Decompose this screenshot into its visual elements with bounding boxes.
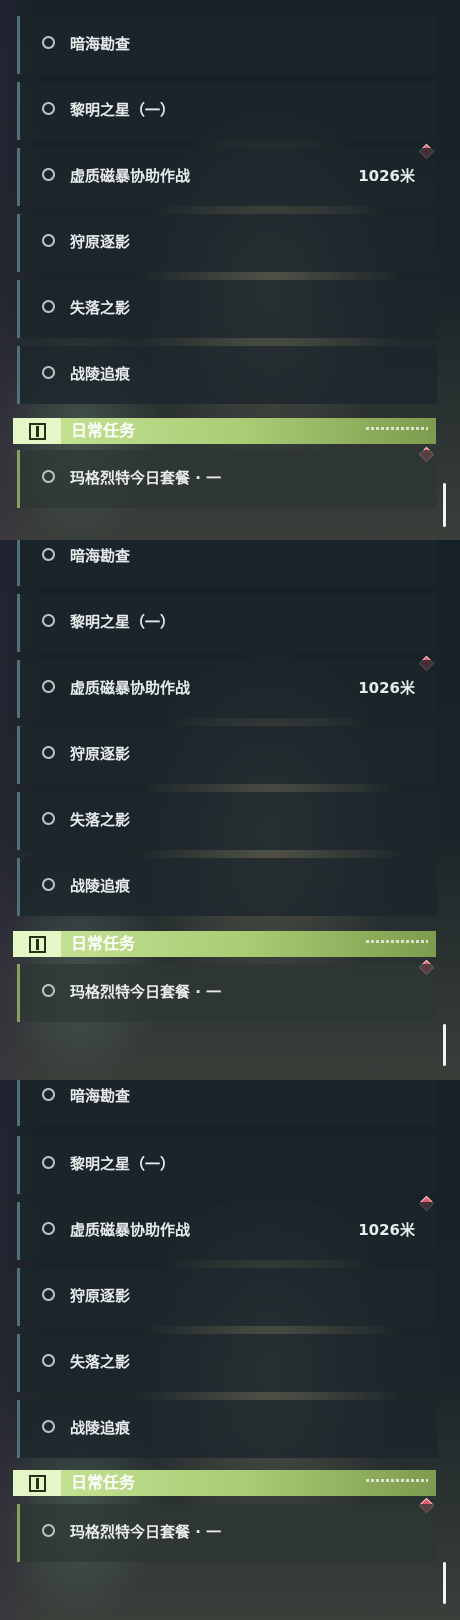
- quest-row[interactable]: 失落之影: [17, 1334, 437, 1392]
- exclamation-box-icon: [13, 418, 61, 444]
- circle-ring-icon: [42, 366, 55, 379]
- exclamation-box-icon: [13, 1470, 61, 1496]
- quest-label: 黎明之星（一）: [70, 1155, 176, 1173]
- scrollbar[interactable]: [443, 483, 446, 527]
- circle-ring-icon: [42, 680, 55, 693]
- daily-quest-row[interactable]: 玛格烈特今日套餐 · 一: [17, 1504, 437, 1562]
- quest-panel-2: 暗海勘查 黎明之星（一） 虚质磁暴协助作战 1026米 狩原逐影 失落之影 战陵…: [0, 540, 460, 1080]
- daily-quest-header: 日常任务: [13, 1470, 436, 1496]
- quest-row[interactable]: 失落之影: [17, 280, 437, 338]
- quest-row[interactable]: 暗海勘查: [17, 16, 437, 74]
- scrollbar[interactable]: [443, 1024, 446, 1066]
- quest-row[interactable]: 战陵追痕: [17, 858, 437, 916]
- quest-row[interactable]: 狩原逐影: [17, 214, 437, 272]
- quest-label: 暗海勘查: [70, 547, 131, 565]
- quest-row[interactable]: 黎明之星（一）: [17, 82, 437, 140]
- daily-quest-header: 日常任务: [13, 931, 436, 957]
- header-decoration: [366, 940, 428, 943]
- quest-row[interactable]: 战陵追痕: [17, 346, 437, 404]
- circle-ring-icon: [42, 1088, 55, 1101]
- quest-label: 狩原逐影: [70, 1287, 131, 1305]
- daily-quest-title: 日常任务: [71, 421, 136, 440]
- quest-row[interactable]: 虚质磁暴协助作战 1026米: [17, 660, 437, 718]
- circle-ring-icon: [42, 548, 55, 561]
- quest-label: 战陵追痕: [70, 365, 131, 383]
- circle-ring-icon: [42, 1420, 55, 1433]
- daily-quest-row[interactable]: 玛格烈特今日套餐 · 一: [17, 450, 437, 508]
- quest-row[interactable]: 黎明之星（一）: [17, 594, 437, 652]
- quest-label: 玛格烈特今日套餐 · 一: [70, 469, 222, 487]
- circle-ring-icon: [42, 1354, 55, 1367]
- circle-ring-icon: [42, 1288, 55, 1301]
- quest-row[interactable]: 虚质磁暴协助作战 1026米: [17, 148, 437, 206]
- quest-label: 黎明之星（一）: [70, 101, 176, 119]
- daily-quest-title: 日常任务: [71, 934, 136, 953]
- circle-ring-icon: [42, 812, 55, 825]
- scrollbar[interactable]: [443, 1562, 446, 1604]
- quest-label: 失落之影: [70, 811, 131, 829]
- quest-distance: 1026米: [358, 167, 415, 185]
- circle-ring-icon: [42, 102, 55, 115]
- quest-row[interactable]: 黎明之星（一）: [17, 1136, 437, 1194]
- exclamation-box-icon: [13, 931, 61, 957]
- quest-label: 狩原逐影: [70, 233, 131, 251]
- circle-ring-icon: [42, 878, 55, 891]
- quest-distance: 1026米: [358, 1221, 415, 1239]
- header-decoration: [366, 427, 428, 430]
- quest-distance: 1026米: [358, 679, 415, 697]
- quest-label: 虚质磁暴协助作战: [70, 1221, 191, 1239]
- quest-panel-1: 暗海勘查 黎明之星（一） 虚质磁暴协助作战 1026米 狩原逐影 失落之影 战陵…: [0, 0, 460, 540]
- quest-label: 失落之影: [70, 1353, 131, 1371]
- quest-row[interactable]: 狩原逐影: [17, 1268, 437, 1326]
- daily-quest-row[interactable]: 玛格烈特今日套餐 · 一: [17, 964, 437, 1022]
- quest-label: 狩原逐影: [70, 745, 131, 763]
- circle-ring-icon: [42, 1524, 55, 1537]
- header-decoration: [366, 1479, 428, 1482]
- quest-label: 暗海勘查: [70, 35, 131, 53]
- circle-ring-icon: [42, 1156, 55, 1169]
- circle-ring-icon: [42, 746, 55, 759]
- circle-ring-icon: [42, 36, 55, 49]
- daily-quest-header: 日常任务: [13, 418, 436, 444]
- quest-label: 玛格烈特今日套餐 · 一: [70, 1523, 222, 1541]
- circle-ring-icon: [42, 168, 55, 181]
- quest-panel-3: 暗海勘查 黎明之星（一） 虚质磁暴协助作战 1026米 狩原逐影 失落之影 战陵…: [0, 1080, 460, 1620]
- quest-label: 失落之影: [70, 299, 131, 317]
- quest-label: 黎明之星（一）: [70, 613, 176, 631]
- circle-ring-icon: [42, 470, 55, 483]
- quest-label: 战陵追痕: [70, 877, 131, 895]
- quest-row[interactable]: 虚质磁暴协助作战 1026米: [17, 1202, 437, 1260]
- circle-ring-icon: [42, 984, 55, 997]
- circle-ring-icon: [42, 234, 55, 247]
- quest-label: 虚质磁暴协助作战: [70, 679, 191, 697]
- quest-label: 玛格烈特今日套餐 · 一: [70, 983, 222, 1001]
- quest-label: 战陵追痕: [70, 1419, 131, 1437]
- daily-quest-title: 日常任务: [71, 1473, 136, 1492]
- circle-ring-icon: [42, 1222, 55, 1235]
- quest-label: 暗海勘查: [70, 1087, 131, 1105]
- quest-row[interactable]: 暗海勘查: [17, 540, 437, 586]
- circle-ring-icon: [42, 300, 55, 313]
- quest-row[interactable]: 暗海勘查: [17, 1080, 437, 1126]
- quest-row[interactable]: 狩原逐影: [17, 726, 437, 784]
- circle-ring-icon: [42, 614, 55, 627]
- quest-row[interactable]: 战陵追痕: [17, 1400, 437, 1458]
- quest-label: 虚质磁暴协助作战: [70, 167, 191, 185]
- quest-row[interactable]: 失落之影: [17, 792, 437, 850]
